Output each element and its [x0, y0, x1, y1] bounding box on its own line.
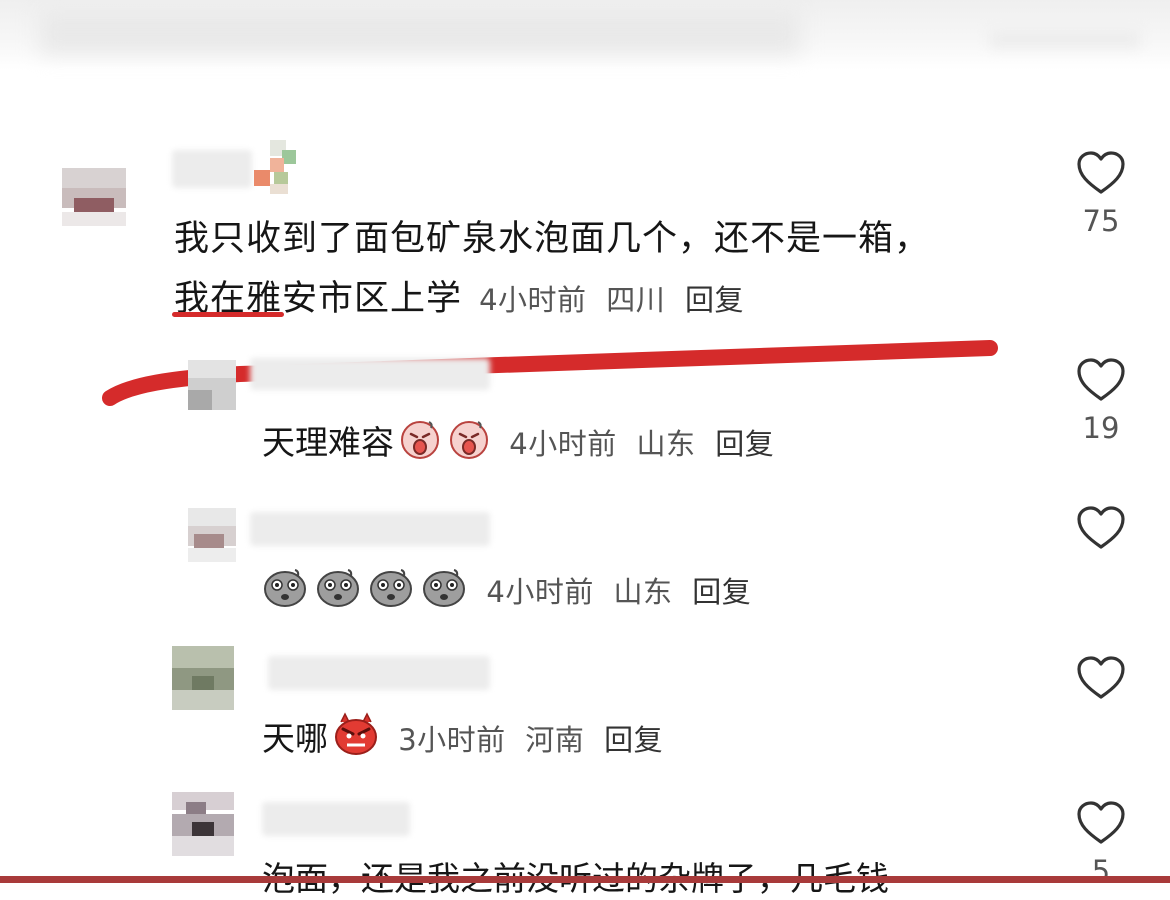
shocked-face-emoji [421, 564, 467, 612]
username-blurred[interactable] [262, 802, 410, 836]
comment-time: 4小时前 [509, 427, 617, 461]
comment-location: 山东 [636, 427, 696, 461]
reply-comment: 4小时前 山东 回复 [262, 564, 761, 612]
reply-comment: 天哪 3小时前 河南 回复 [262, 712, 673, 760]
shocked-face-emoji [262, 564, 308, 612]
heart-outline-icon [1077, 801, 1125, 844]
comment-meta: 4小时前 山东 回复 [509, 427, 784, 461]
avatar[interactable] [172, 646, 234, 710]
shocked-face-emoji [368, 564, 414, 612]
like-button[interactable] [1071, 655, 1131, 709]
reply-button[interactable]: 回复 [692, 575, 751, 609]
reply-button[interactable]: 回复 [715, 427, 774, 461]
crying-face-emoji [448, 418, 490, 464]
reply-comment: 天理难容 4小时前 山东 回复 [262, 416, 784, 464]
heart-outline-icon [1077, 358, 1125, 401]
heart-outline-icon [1077, 506, 1125, 549]
comment-meta: 3小时前 河南 回复 [398, 723, 673, 757]
comment-time: 3小时前 [398, 723, 506, 757]
like-count: 19 [1082, 411, 1120, 445]
like-button[interactable]: 5 [1071, 800, 1131, 888]
username-blurred[interactable] [250, 512, 490, 546]
like-button[interactable] [1071, 505, 1131, 559]
avatar[interactable] [188, 360, 236, 410]
like-button[interactable]: 19 [1071, 357, 1131, 445]
reply-button[interactable]: 回复 [604, 723, 663, 757]
angry-devil-emoji [333, 712, 379, 760]
avatar[interactable] [172, 792, 234, 856]
crying-face-emoji [399, 418, 441, 464]
username-blurred[interactable] [268, 656, 490, 690]
bottom-edge [0, 876, 1170, 883]
username-blurred[interactable] [250, 358, 490, 390]
avatar[interactable] [188, 508, 236, 562]
comment-time: 4小时前 [486, 575, 594, 609]
comment-meta: 4小时前 山东 回复 [486, 575, 761, 609]
shocked-face-emoji [315, 564, 361, 612]
comment-location: 山东 [613, 575, 673, 609]
comment-text: 天理难容 [262, 423, 394, 462]
comment-location: 河南 [525, 723, 585, 757]
heart-outline-icon [1077, 656, 1125, 699]
comment-text: 天哪 [262, 719, 328, 758]
